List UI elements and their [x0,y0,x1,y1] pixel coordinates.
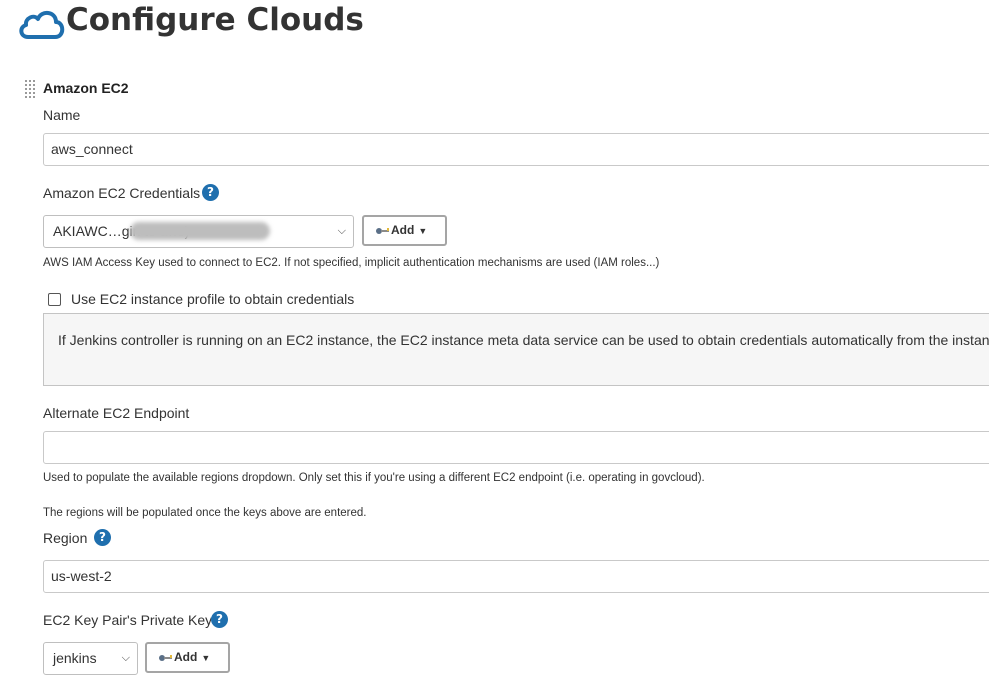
region-note: The regions will be populated once the k… [43,507,367,519]
instance-profile-info: If Jenkins controller is running on an E… [43,313,989,386]
key-icon [376,227,389,234]
add-credentials-button[interactable]: Add ▼ [362,215,447,246]
redaction-overlay [130,222,270,240]
credentials-label: Amazon EC2 Credentials [43,185,201,201]
key-pair-select-value: jenkins [53,650,97,666]
alt-endpoint-help-text: Used to populate the available regions d… [43,472,705,484]
key-icon [159,654,172,661]
instance-profile-label[interactable]: Use EC2 instance profile to obtain crede… [71,291,354,307]
chevron-down-icon: ⌵ [121,652,130,664]
key-pair-select[interactable]: jenkins ⌵ [43,642,138,675]
add-key-label: Add [174,650,198,664]
help-icon[interactable]: ? [202,184,219,201]
chevron-down-icon: ⌵ [337,225,346,237]
drag-handle-icon[interactable] [25,80,35,98]
key-pair-label: EC2 Key Pair's Private Key [43,612,213,628]
caret-down-icon: ▼ [201,653,211,663]
region-label: Region [43,530,88,546]
instance-profile-checkbox[interactable] [48,293,61,306]
help-icon[interactable]: ? [211,611,228,628]
alt-endpoint-label: Alternate EC2 Endpoint [43,405,190,421]
page-title: Configure Clouds [66,2,364,38]
region-input[interactable]: us-west-2 [43,560,989,593]
caret-down-icon: ▼ [418,226,428,236]
help-icon[interactable]: ? [94,529,111,546]
name-label: Name [43,107,81,123]
name-input[interactable]: aws_connect [43,133,989,166]
instance-profile-info-text: If Jenkins controller is running on an E… [58,332,989,348]
add-key-button[interactable]: Add ▼ [145,642,230,673]
section-title: Amazon EC2 [43,80,129,96]
add-credentials-label: Add [391,223,415,237]
credentials-help-text: AWS IAM Access Key used to connect to EC… [43,257,660,269]
alt-endpoint-input[interactable] [43,431,989,464]
cloud-icon [19,11,65,39]
